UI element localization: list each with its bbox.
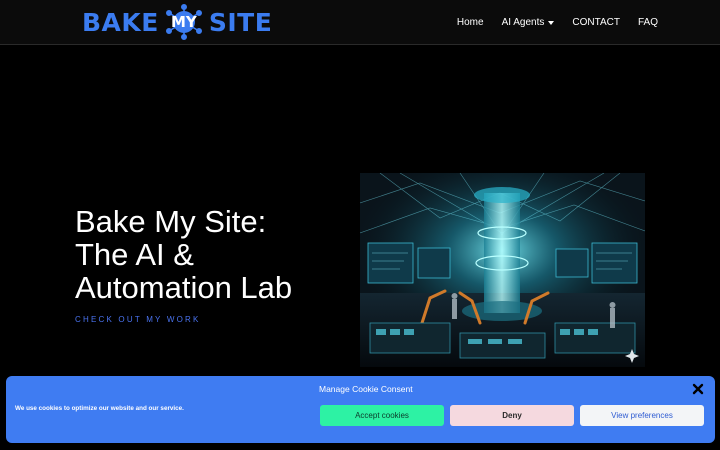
nav-item-home[interactable]: Home (457, 17, 484, 28)
nav-item-ai-agents[interactable]: AI Agents (502, 17, 555, 28)
hero-title: Bake My Site: The AI & Automation Lab (75, 205, 345, 304)
hero-title-line: Automation Lab (75, 270, 293, 305)
deny-cookies-button[interactable]: Deny (450, 405, 574, 426)
close-icon[interactable] (691, 382, 705, 396)
site-logo[interactable]: BAKE MY SITE (82, 4, 272, 40)
main-nav: Home AI Agents CONTACT FAQ (457, 0, 658, 44)
nav-item-label: FAQ (637, 16, 658, 28)
cookie-title: Manage Cookie Consent (319, 384, 413, 394)
check-out-work-link[interactable]: CHECK OUT MY WORK (75, 315, 201, 324)
cookie-consent-banner: Manage Cookie Consent We use cookies to … (6, 376, 715, 443)
nav-item-label: AI Agents (501, 16, 545, 28)
hero-title-line: Bake My Site: (75, 204, 267, 239)
nav-item-label: CONTACT (572, 16, 620, 28)
ai-lab-hero-image (360, 173, 645, 367)
logo-word-site: SITE (208, 7, 273, 37)
logo-word-bake: BAKE (82, 7, 159, 37)
nav-item-faq[interactable]: FAQ (638, 17, 658, 28)
nav-item-contact[interactable]: CONTACT (572, 17, 620, 28)
site-header: BAKE MY SITE Home AI Agents CONTACT FAQ (0, 0, 720, 45)
logo-word-my: MY (170, 13, 197, 31)
view-preferences-button[interactable]: View preferences (580, 405, 704, 426)
logo-network-icon: MY (163, 4, 205, 40)
chevron-down-icon (548, 20, 555, 25)
accept-cookies-button[interactable]: Accept cookies (320, 405, 444, 426)
nav-item-label: Home (456, 16, 484, 28)
hero-title-line: The AI & (75, 237, 194, 272)
cookie-message: We use cookies to optimize our website a… (15, 405, 184, 412)
